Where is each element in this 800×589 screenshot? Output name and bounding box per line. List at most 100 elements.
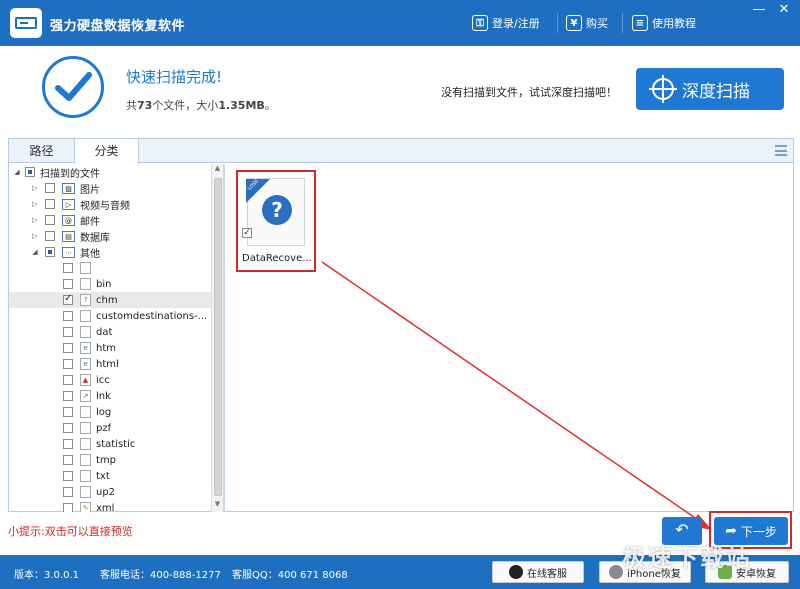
tutorial-link[interactable]: ≡ 使用教程 <box>632 14 696 32</box>
buy-link[interactable]: ¥ 购买 <box>566 14 608 32</box>
tree-checkbox[interactable] <box>63 391 73 401</box>
minimize-button[interactable]: — <box>750 3 768 18</box>
tree-type-item[interactable]: statistic <box>9 436 211 452</box>
next-button[interactable]: ➦ 下一步 <box>714 517 788 545</box>
back-button[interactable]: ↶ <box>662 517 702 545</box>
summary-prefix: 共 <box>126 99 137 112</box>
file-grid: LOSE ? ✓ DataRecove... <box>225 164 793 512</box>
tutorial-label: 使用教程 <box>652 17 696 30</box>
tree-checkbox[interactable] <box>63 487 73 497</box>
tree-category-other[interactable]: ◢ ⋯ 其他 <box>9 244 211 260</box>
expand-arrow-icon[interactable]: ▷ <box>31 184 39 192</box>
type-label: dat <box>96 326 113 338</box>
tree-type-item[interactable]: log <box>9 404 211 420</box>
type-label: pzf <box>96 422 112 434</box>
tree-checkbox[interactable] <box>45 199 55 209</box>
checkmark-circle-icon <box>42 56 104 118</box>
tree-checkbox[interactable] <box>45 231 55 241</box>
title-bar: 强力硬盘数据恢复软件 ⚿ 登录/注册 ¥ 购买 ≡ 使用教程 — ✕ <box>0 0 800 46</box>
tree-checkbox[interactable] <box>63 375 73 385</box>
tree-type-item[interactable]: bin <box>9 276 211 292</box>
tree-category-video-audio[interactable]: ▷ ▷ 视频与音频 <box>9 196 211 212</box>
deep-scan-button[interactable]: 深度扫描 <box>636 68 784 110</box>
tree-type-item[interactable]: customdestinations-... <box>9 308 211 324</box>
tree-category-images[interactable]: ▷ ▨ 图片 <box>9 180 211 196</box>
android-recovery-button[interactable]: 安卓恢复 <box>705 561 789 583</box>
tree-checkbox[interactable] <box>63 293 73 305</box>
tree-checkbox[interactable] <box>63 359 73 369</box>
category-label: 视频与音频 <box>80 200 130 212</box>
tree-checkbox[interactable] <box>63 263 73 273</box>
expand-arrow-icon[interactable]: ▷ <box>31 232 39 240</box>
expand-arrow-icon[interactable]: ▷ <box>31 216 39 224</box>
tree-scrollbar[interactable]: ▲ ▼ <box>211 164 223 512</box>
login-register-link[interactable]: ⚿ 登录/注册 <box>472 14 540 32</box>
type-label: customdestinations-... <box>96 310 208 322</box>
tree-checkbox[interactable] <box>63 423 73 433</box>
tree-type-item[interactable] <box>9 260 211 276</box>
tree-type-item-selected[interactable]: ? chm <box>9 292 211 308</box>
type-label: log <box>96 406 112 418</box>
tree-checkbox[interactable] <box>63 439 73 449</box>
collapse-arrow-icon[interactable]: ◢ <box>13 168 21 176</box>
iphone-recovery-button[interactable]: iPhone恢复 <box>599 561 691 583</box>
tree-type-item[interactable]: ▲ icc <box>9 372 211 388</box>
tree-type-item[interactable]: pzf <box>9 420 211 436</box>
tree-checkbox[interactable] <box>63 455 73 465</box>
category-label: 其他 <box>80 248 100 260</box>
tree-checkbox[interactable] <box>63 311 73 321</box>
tree-type-item[interactable]: dat <box>9 324 211 340</box>
type-label: up2 <box>96 486 116 498</box>
type-label: bin <box>96 278 112 290</box>
expand-arrow-icon[interactable]: ▷ <box>31 200 39 208</box>
tree-type-item[interactable]: ✎ xml <box>9 500 211 512</box>
tree-checkbox[interactable] <box>63 407 73 417</box>
web-file-icon: e <box>80 358 91 370</box>
close-button[interactable]: ✕ <box>775 3 793 18</box>
tree-type-item[interactable]: tmp <box>9 452 211 468</box>
color-profile-icon: ▲ <box>80 374 91 386</box>
shortcut-icon: ↗ <box>80 390 91 402</box>
tree-checkbox[interactable] <box>45 247 55 257</box>
tree-checkbox[interactable] <box>45 183 55 193</box>
type-label: icc <box>96 374 110 386</box>
scroll-up-icon[interactable]: ▲ <box>212 164 223 176</box>
apple-icon <box>609 565 624 579</box>
tree-type-item[interactable]: e html <box>9 356 211 372</box>
tree-checkbox[interactable] <box>63 279 73 289</box>
header-divider <box>622 13 623 33</box>
file-icon <box>80 310 91 322</box>
tree-category-database[interactable]: ▷ ▤ 数据库 <box>9 228 211 244</box>
tree-type-item[interactable]: ↗ lnk <box>9 388 211 404</box>
tab-category[interactable]: 分类 <box>75 139 139 164</box>
online-service-button[interactable]: 在线客服 <box>492 561 584 583</box>
tree-checkbox[interactable] <box>25 167 35 177</box>
qq-penguin-icon <box>509 565 523 579</box>
tab-path[interactable]: 路径 <box>9 139 75 163</box>
tree-checkbox[interactable] <box>63 327 73 337</box>
collapse-arrow-icon[interactable]: ◢ <box>31 248 39 256</box>
web-file-icon: e <box>80 342 91 354</box>
type-label: lnk <box>96 390 111 402</box>
tree-root[interactable]: ◢ 扫描到的文件 <box>9 164 211 180</box>
category-tree: ◢ 扫描到的文件 ▷ ▨ 图片 ▷ ▷ 视频与音频 ▷ @ 邮件 ▷ ▤ 数据库… <box>9 164 211 512</box>
tree-checkbox[interactable] <box>63 503 73 512</box>
tree-checkbox[interactable] <box>63 471 73 481</box>
tab-bar: 路径 分类 <box>9 139 793 164</box>
tree-type-item[interactable]: e htm <box>9 340 211 356</box>
status-bar: 版本：3.0.0.1 客服电话：400-888-1277 客服QQ：400 67… <box>0 555 800 589</box>
tree-checkbox[interactable] <box>45 215 55 225</box>
tree-type-item[interactable]: txt <box>9 468 211 484</box>
mail-icon: @ <box>62 214 75 226</box>
qq-text: 客服QQ：400 671 8068 <box>232 570 348 581</box>
tree-type-item[interactable]: up2 <box>9 484 211 500</box>
yen-icon: ¥ <box>566 15 582 31</box>
tree-checkbox[interactable] <box>63 343 73 353</box>
view-menu-icon[interactable] <box>775 145 787 156</box>
scan-complete-title: 快速扫描完成! <box>126 68 223 86</box>
tree-category-mail[interactable]: ▷ @ 邮件 <box>9 212 211 228</box>
file-item[interactable]: LOSE ? ✓ DataRecove... <box>236 170 316 272</box>
scroll-down-icon[interactable]: ▼ <box>212 500 223 512</box>
scrollbar-thumb[interactable] <box>214 178 222 496</box>
file-checkbox[interactable]: ✓ <box>242 228 252 238</box>
